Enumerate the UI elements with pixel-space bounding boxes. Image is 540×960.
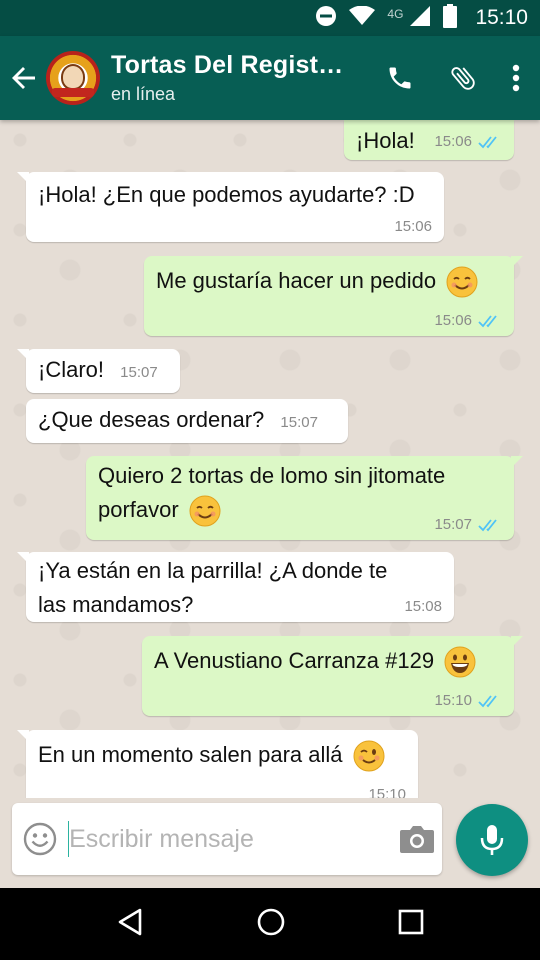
message-outgoing[interactable]: ¡Hola! 15:06 (344, 120, 514, 160)
message-text-row: Me gustaría hacer un pedido (156, 264, 502, 298)
message-incoming[interactable]: ¡Ya están en la parrilla! ¿A donde te la… (17, 552, 454, 622)
message-time: 15:06 (434, 312, 472, 329)
emoji-icon[interactable] (12, 803, 68, 875)
message-time: 15:10 (368, 786, 406, 798)
chat-name: Tortas Del Regist… (111, 51, 344, 79)
message-time: 15:06 (394, 218, 432, 235)
smiling-face-emoji-icon (446, 266, 478, 298)
read-ticks-icon (478, 695, 497, 708)
battery-icon (443, 3, 458, 33)
dnd-icon (315, 5, 337, 32)
message-time: 15:08 (404, 598, 442, 615)
message-outgoing[interactable]: A Venustiano Carranza #129 15:10 (142, 636, 523, 716)
message-outgoing[interactable]: Me gustaría hacer un pedido 15:06 (144, 256, 523, 336)
paperclip-icon[interactable] (448, 63, 478, 93)
chat-status: en línea (111, 84, 176, 104)
system-nav-bar (0, 888, 540, 960)
message-text-line2: porfavor (98, 497, 179, 522)
message-text: A Venustiano Carranza #129 (154, 648, 435, 673)
message-text: ¡Claro! (38, 357, 105, 382)
avatar-banner (52, 88, 94, 97)
message-text: En un momento salen para allá (38, 742, 343, 767)
message-meta: 15:07 (120, 364, 158, 382)
message-text: ¡Hola! ¿En que podemos ayudarte? :D (38, 182, 415, 207)
message-meta: 15:06 (434, 133, 502, 151)
back-nav-icon[interactable] (115, 907, 145, 942)
read-ticks-icon (478, 519, 497, 532)
message-time: 15:10 (434, 692, 472, 709)
avatar-chef-face (61, 64, 85, 90)
recents-nav-icon[interactable] (397, 908, 425, 941)
message-text-line1: Quiero 2 tortas de lomo sin jitomate (98, 463, 446, 488)
message-meta: 15:07 (280, 414, 318, 432)
smiling-face-emoji-icon (189, 495, 221, 527)
chat-title-block[interactable]: Tortas Del Regist… en línea (111, 51, 386, 105)
message-time: 15:07 (120, 364, 158, 381)
message-text-line2: las mandamos? (38, 592, 194, 617)
wifi-icon (349, 5, 376, 31)
phone-icon[interactable] (386, 64, 414, 92)
message-meta: 15:10 (368, 786, 406, 798)
message-composer (12, 803, 442, 875)
message-meta: 15:08 (404, 598, 442, 616)
message-meta: 15:10 (434, 692, 502, 710)
signal-icon (409, 5, 431, 32)
message-meta: 15:07 (434, 516, 502, 534)
message-text: ¿Que deseas ordenar? (38, 407, 265, 432)
camera-icon[interactable] (391, 803, 442, 875)
message-list[interactable]: ¡Hola! 15:06 ¡Hola! ¿En que podemos ayud… (0, 120, 540, 798)
status-time: 15:10 (475, 6, 528, 29)
message-text: Me gustaría hacer un pedido (156, 268, 437, 293)
winking-face-emoji-icon (353, 740, 385, 772)
more-vert-icon[interactable] (512, 64, 520, 92)
network-type: 4G (387, 7, 404, 21)
message-time: 15:07 (280, 414, 318, 431)
message-time: 15:07 (434, 516, 472, 533)
back-arrow-icon[interactable] (4, 36, 44, 120)
avatar[interactable] (46, 51, 100, 105)
message-input[interactable] (69, 814, 392, 864)
message-time: 15:06 (434, 133, 472, 150)
microphone-icon (480, 825, 504, 855)
message-incoming[interactable]: ¡Hola! ¿En que podemos ayudarte? :D 15:0… (17, 172, 444, 242)
message-meta: 15:06 (434, 312, 502, 330)
message-incoming[interactable]: ¡Claro! 15:07 (17, 349, 180, 393)
home-nav-icon[interactable] (256, 907, 286, 942)
message-text-row: A Venustiano Carranza #129 (154, 644, 502, 678)
chat-header: Tortas Del Regist… en línea (0, 36, 540, 120)
message-incoming[interactable]: ¿Que deseas ordenar? 15:07 (26, 399, 348, 443)
microphone-button[interactable] (456, 804, 528, 876)
message-text-line1: ¡Ya están en la parrilla! ¿A donde te (38, 558, 388, 583)
message-incoming[interactable]: En un momento salen para allá 15:10 (17, 730, 418, 798)
message-outgoing[interactable]: Quiero 2 tortas de lomo sin jitomate por… (86, 456, 523, 540)
status-bar: 4G 15:10 (0, 0, 540, 36)
grinning-face-emoji-icon (444, 646, 476, 678)
read-ticks-icon (478, 315, 497, 328)
message-meta: 15:06 (394, 218, 432, 236)
read-ticks-icon (478, 136, 497, 149)
message-text: ¡Hola! (356, 128, 415, 153)
message-text-row: En un momento salen para allá (38, 738, 406, 772)
